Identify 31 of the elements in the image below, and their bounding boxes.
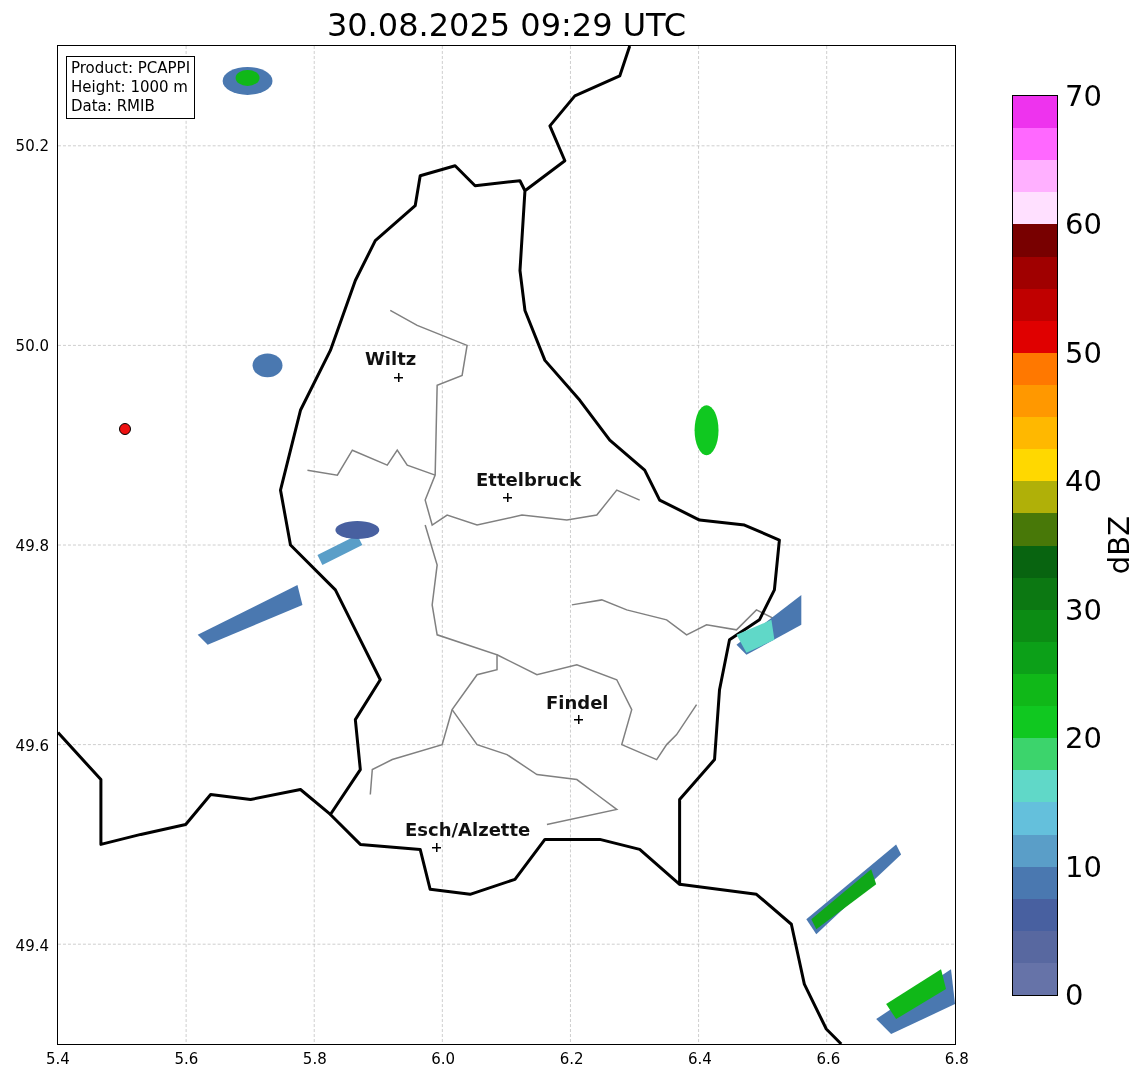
- colorbar-tick-label: 60: [1065, 207, 1102, 242]
- axis-tick-label: 6.6: [815, 1050, 842, 1068]
- axis-tick-label: 5.6: [173, 1050, 200, 1068]
- info-text: Product: PCAPPI: [71, 59, 191, 78]
- axis-tick-label: 6.2: [558, 1050, 585, 1068]
- colorbar-tick-label: 30: [1065, 592, 1102, 627]
- axis-tick-label: 49.4: [14, 936, 49, 956]
- axis-tick-label: 50.2: [14, 136, 49, 156]
- axis-tick-label: 5.8: [301, 1050, 328, 1068]
- colorbar-tick-label: 10: [1065, 849, 1102, 884]
- axis-tick-label: 5.4: [45, 1050, 71, 1068]
- info-text: Height: 1000 m: [71, 78, 189, 97]
- place-label: Findel: [546, 694, 609, 712]
- place-label: Ettelbruck: [476, 471, 582, 489]
- colorbar-tick-label: 20: [1065, 721, 1102, 756]
- axis-tick-label: 6.8: [943, 1050, 970, 1068]
- axis-tick-label: 6.4: [687, 1050, 713, 1068]
- colorbar-tick-label: 0: [1065, 978, 1084, 1012]
- info-text: Data: RMIB: [71, 97, 156, 116]
- city-marker-icon: [574, 715, 583, 724]
- axis-tick-label: 49.8: [14, 536, 49, 556]
- colorbar-tick-label: 40: [1065, 464, 1102, 499]
- colorbar-label: dBZ: [1102, 516, 1136, 575]
- axis-tick-label: 50.0: [14, 336, 49, 356]
- chart-title: 30.08.2025 09:29 UTC: [325, 5, 688, 45]
- axis-tick-label: 49.6: [14, 736, 49, 756]
- colorbar-tick-label: 70: [1065, 79, 1102, 113]
- place-label: Esch/Alzette: [405, 821, 531, 839]
- place-label: Wiltz: [365, 350, 417, 368]
- colorbar-tick-label: 50: [1065, 335, 1102, 370]
- axis-tick-label: 6.0: [430, 1050, 457, 1068]
